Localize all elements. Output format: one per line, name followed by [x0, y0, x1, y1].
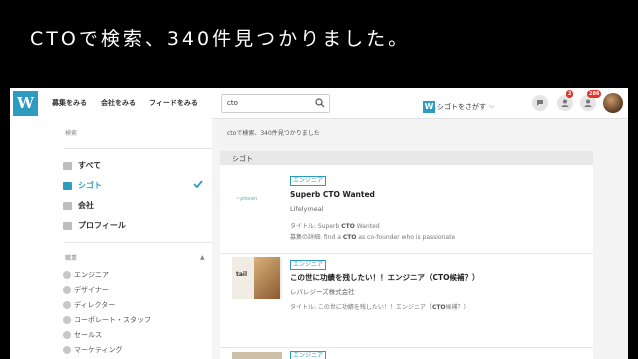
job-title[interactable]: この世に功績を残したい！！エンジニア（CTO候補？）	[290, 272, 480, 283]
category-corporate-staff[interactable]: コーポレート・スタッフ	[63, 315, 151, 325]
category-marketing[interactable]: マーケティング	[63, 345, 122, 355]
results-list: ~plovan エンジニア Superb CTO Wanted Lifelyme…	[220, 165, 593, 359]
wantedly-mini-icon: W	[423, 100, 435, 113]
job-thumbnail[interactable]	[232, 352, 282, 359]
divider	[63, 148, 213, 149]
job-description-detail: 募集の詳細: find a CTO as co-founder who is p…	[290, 232, 455, 241]
profile-badge: 286	[587, 90, 602, 98]
desc-text: タイトル: Superb	[290, 223, 342, 230]
category-label: エンジニア	[74, 271, 109, 279]
profile-views-button[interactable]: 286	[580, 90, 602, 111]
company-name[interactable]: Lifelymeal	[290, 205, 324, 213]
category-sales[interactable]: セールス	[63, 330, 102, 340]
job-thumbnail[interactable]: tail	[232, 257, 282, 299]
find-jobs-dropdown[interactable]: W シゴトをさがす ⌵	[423, 96, 495, 113]
radio-icon	[63, 301, 71, 309]
check-icon	[193, 180, 203, 188]
user-avatar[interactable]	[603, 93, 623, 113]
desc-text: 募集の詳細: find a	[290, 234, 343, 241]
desc-highlight: CTO	[431, 304, 446, 311]
category-label: ディレクター	[74, 301, 116, 309]
company-name[interactable]: レバレジーズ株式会社	[290, 286, 355, 296]
sidebar-item-companies[interactable]: 会社	[63, 200, 94, 214]
job-thumbnail[interactable]: ~plovan	[232, 179, 282, 221]
search-value: cto	[227, 99, 238, 107]
category-label: マーケティング	[74, 346, 123, 354]
desc-text: Wanted	[354, 223, 380, 230]
person-icon	[63, 221, 72, 230]
wantedly-logo[interactable]: W	[13, 91, 38, 116]
category-engineer[interactable]: エンジニア	[63, 270, 109, 280]
sidebar-item-label: シゴト	[78, 181, 102, 190]
section-header: シゴト	[220, 151, 593, 165]
desc-highlight: CTO	[342, 234, 357, 241]
thumbnail-text: ~plovan	[236, 196, 258, 202]
nav-view-feed[interactable]: フィードをみる	[149, 98, 198, 108]
category-label: コーポレート・スタッフ	[74, 316, 151, 324]
desc-text: 候補？）	[445, 304, 470, 311]
briefcase-icon	[63, 181, 72, 190]
notifications-button[interactable]: 2	[557, 90, 574, 111]
collapse-toggle-icon[interactable]: ▲	[200, 254, 205, 261]
sidebar-item-label: 会社	[78, 201, 94, 210]
building-icon	[63, 201, 72, 210]
search-summary: ctoで検索、340件見つかりました	[227, 130, 320, 137]
radio-icon	[63, 346, 71, 354]
person-icon	[584, 99, 592, 107]
category-tag: エンジニア	[290, 260, 327, 270]
sidebar-item-jobs[interactable]: シゴト	[63, 180, 102, 194]
sidebar-item-profiles[interactable]: プロフィール	[63, 220, 126, 234]
sidebar-item-label: すべて	[78, 161, 102, 170]
radio-icon	[63, 331, 71, 339]
search-icon[interactable]	[315, 98, 325, 108]
person-icon	[561, 99, 569, 107]
sidebar: 検索 すべて シゴト 会社 プロフィール 職業 ▲ エンジニア デザイナー ディ…	[10, 118, 213, 359]
category-label: デザイナー	[74, 286, 109, 294]
thumbnail-photo	[254, 257, 280, 299]
thumbnail-text: tail	[236, 271, 248, 278]
sidebar-item-label: プロフィール	[78, 221, 126, 230]
nav-view-jobs[interactable]: 募集をみる	[52, 98, 87, 108]
nav-view-companies[interactable]: 会社をみる	[101, 98, 136, 108]
category-designer[interactable]: デザイナー	[63, 285, 109, 295]
job-description-title: タイトル: Superb CTO Wanted	[290, 221, 380, 230]
top-bar: W 募集をみる 会社をみる フィードをみる cto W シゴトをさがす ⌵ 2 28…	[10, 88, 628, 119]
category-label: セールス	[74, 331, 102, 339]
chat-icon	[537, 100, 543, 106]
chevron-down-icon: ⌵	[489, 102, 495, 110]
desc-text: as co-founder who is passionate	[356, 234, 456, 241]
job-title[interactable]: Superb CTO Wanted	[290, 190, 375, 199]
divider	[63, 242, 213, 243]
section-title: シゴト	[232, 155, 253, 163]
desc-highlight: CTO	[341, 223, 355, 230]
notification-badge: 2	[566, 90, 574, 98]
divider	[220, 347, 593, 348]
grid-icon	[63, 161, 72, 170]
search-input[interactable]: cto	[221, 94, 330, 113]
sidebar-heading: 検索	[65, 130, 78, 137]
job-description-title: タイトル: この世に功績を残したい！！エンジニア（CTO候補？）	[290, 302, 470, 311]
sidebar-item-all[interactable]: すべて	[63, 160, 101, 174]
category-tag: エンジニア	[290, 176, 327, 186]
radio-icon	[63, 286, 71, 294]
radio-icon	[63, 316, 71, 324]
radio-icon	[63, 271, 71, 279]
app-window: W 募集をみる 会社をみる フィードをみる cto W シゴトをさがす ⌵ 2 28…	[10, 88, 628, 359]
category-heading: 職業	[65, 255, 78, 262]
find-jobs-label: シゴトをさがす	[437, 102, 486, 111]
category-tag: エンジニア	[290, 351, 327, 359]
category-director[interactable]: ディレクター	[63, 300, 115, 310]
desc-text: タイトル: この世に功績を残したい！！エンジニア（	[290, 304, 432, 311]
messages-button[interactable]	[532, 95, 548, 111]
divider	[220, 253, 593, 254]
slide-title: CTOで検索、340件見つかりました。	[30, 28, 411, 50]
